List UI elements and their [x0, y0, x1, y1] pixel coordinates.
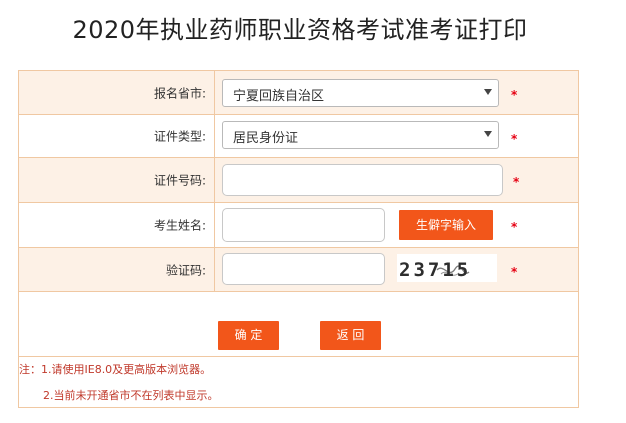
id-type-selected-value: 居民身份证: [233, 131, 299, 146]
id-number-label: 证件号码:: [153, 173, 206, 188]
id-type-select[interactable]: 居民身份证: [222, 121, 499, 149]
id-number-required-mark: *: [513, 175, 520, 189]
note-line-2: 2.当前未开通省市不在列表中显示。: [43, 389, 219, 402]
notes-section: 注：1.请使用IE8.0及更高版本浏览器。 2.当前未开通省市不在列表中显示。: [19, 357, 578, 407]
name-input[interactable]: [222, 208, 385, 242]
note-line-1: 注：1.请使用IE8.0及更高版本浏览器。: [19, 363, 212, 376]
name-label-cell: 考生姓名:: [19, 203, 215, 247]
province-label-cell: 报名省市:: [19, 71, 215, 114]
dropdown-arrow-icon: [484, 89, 492, 95]
name-label: 考生姓名:: [153, 218, 206, 233]
province-select[interactable]: 宁夏回族自治区: [222, 79, 499, 107]
admission-form: 报名省市: 宁夏回族自治区 * 证件类型: 居民身份证 * 证件号码: * 考生…: [18, 70, 579, 408]
captcha-graphic: 23715: [399, 259, 471, 281]
province-label: 报名省市:: [153, 86, 206, 100]
captcha-image[interactable]: 23715: [397, 254, 497, 282]
id-number-row: 证件号码: *: [19, 158, 578, 203]
captcha-label-cell: 验证码:: [19, 248, 215, 291]
captcha-label: 验证码:: [165, 263, 206, 277]
id-type-required-mark: *: [511, 132, 518, 146]
captcha-required-mark: *: [511, 265, 518, 279]
captcha-row: 验证码: 23715 *: [19, 248, 578, 292]
back-button[interactable]: 返 回: [320, 321, 381, 350]
id-type-label-cell: 证件类型:: [19, 115, 215, 157]
action-row: 确 定 返 回: [19, 292, 578, 357]
page-title: 2020年执业药师职业资格考试准考证打印: [72, 16, 528, 44]
captcha-text: 23715: [399, 259, 471, 281]
province-required-mark: *: [511, 88, 518, 102]
province-selected-value: 宁夏回族自治区: [233, 89, 325, 104]
province-row: 报名省市: 宁夏回族自治区 *: [19, 71, 578, 115]
id-number-input[interactable]: [222, 164, 503, 196]
confirm-button[interactable]: 确 定: [218, 321, 279, 350]
captcha-input[interactable]: [222, 253, 385, 285]
id-number-label-cell: 证件号码:: [19, 158, 215, 202]
page: 2020年执业药师职业资格考试准考证打印 报名省市: 宁夏回族自治区 * 证件类…: [0, 0, 626, 423]
rare-char-input-button[interactable]: 生僻字输入: [399, 210, 493, 240]
id-type-row: 证件类型: 居民身份证 *: [19, 115, 578, 158]
dropdown-arrow-icon: [484, 131, 492, 137]
name-required-mark: *: [511, 220, 518, 234]
name-row: 考生姓名: 生僻字输入 *: [19, 203, 578, 248]
id-type-label: 证件类型:: [153, 129, 206, 144]
